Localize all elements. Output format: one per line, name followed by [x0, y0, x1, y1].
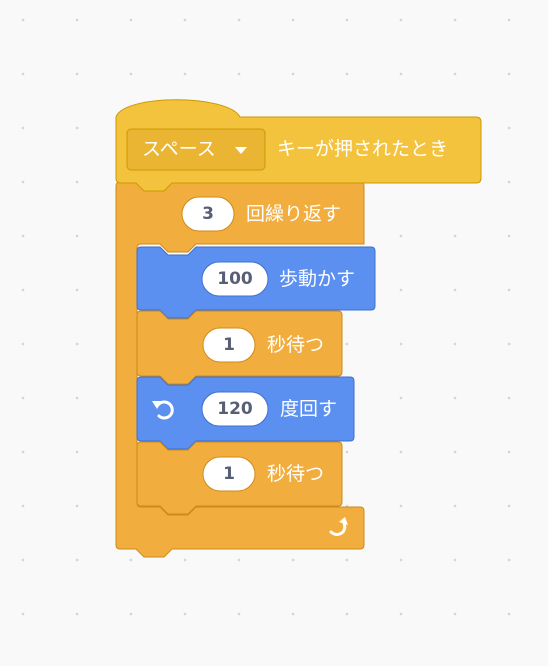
when-key-pressed-hat-block[interactable]: スペース キーが押されたとき	[115, 99, 482, 192]
repeat-count-input[interactable]: 3	[181, 196, 235, 232]
repeat-label: 回繰り返す	[246, 203, 341, 225]
turn-degrees-value: 120	[217, 399, 253, 419]
wait-block-1[interactable]: 1 秒待つ	[136, 310, 343, 385]
wait-seconds-input-1[interactable]: 1	[202, 327, 256, 363]
key-dropdown-value: スペース	[142, 138, 216, 160]
move-steps-block[interactable]: 100 歩動かす	[136, 246, 376, 319]
wait-seconds-input-2[interactable]: 1	[202, 456, 256, 492]
wait-label-2: 秒待つ	[267, 463, 324, 485]
move-steps-value: 100	[217, 269, 253, 289]
turn-label: 度回す	[280, 398, 337, 420]
wait-seconds-value-2: 1	[223, 464, 235, 484]
turn-block[interactable]: 120 度回す	[136, 376, 355, 450]
wait-block-2[interactable]: 1 秒待つ	[136, 441, 343, 515]
key-dropdown[interactable]: スペース	[126, 128, 266, 171]
wait-seconds-value-1: 1	[223, 335, 235, 355]
hat-label: キーが押されたとき	[277, 138, 448, 160]
script-canvas: 3 回繰り返す 100 歩動かす 1 秒待つ 120 度回す 1 秒待つ スペー…	[115, 99, 482, 558]
turn-degrees-input[interactable]: 120	[201, 391, 269, 427]
move-steps-label: 歩動かす	[279, 268, 355, 290]
move-steps-input[interactable]: 100	[201, 261, 269, 297]
repeat-count-value: 3	[202, 204, 214, 224]
wait-label-1: 秒待つ	[267, 334, 324, 356]
